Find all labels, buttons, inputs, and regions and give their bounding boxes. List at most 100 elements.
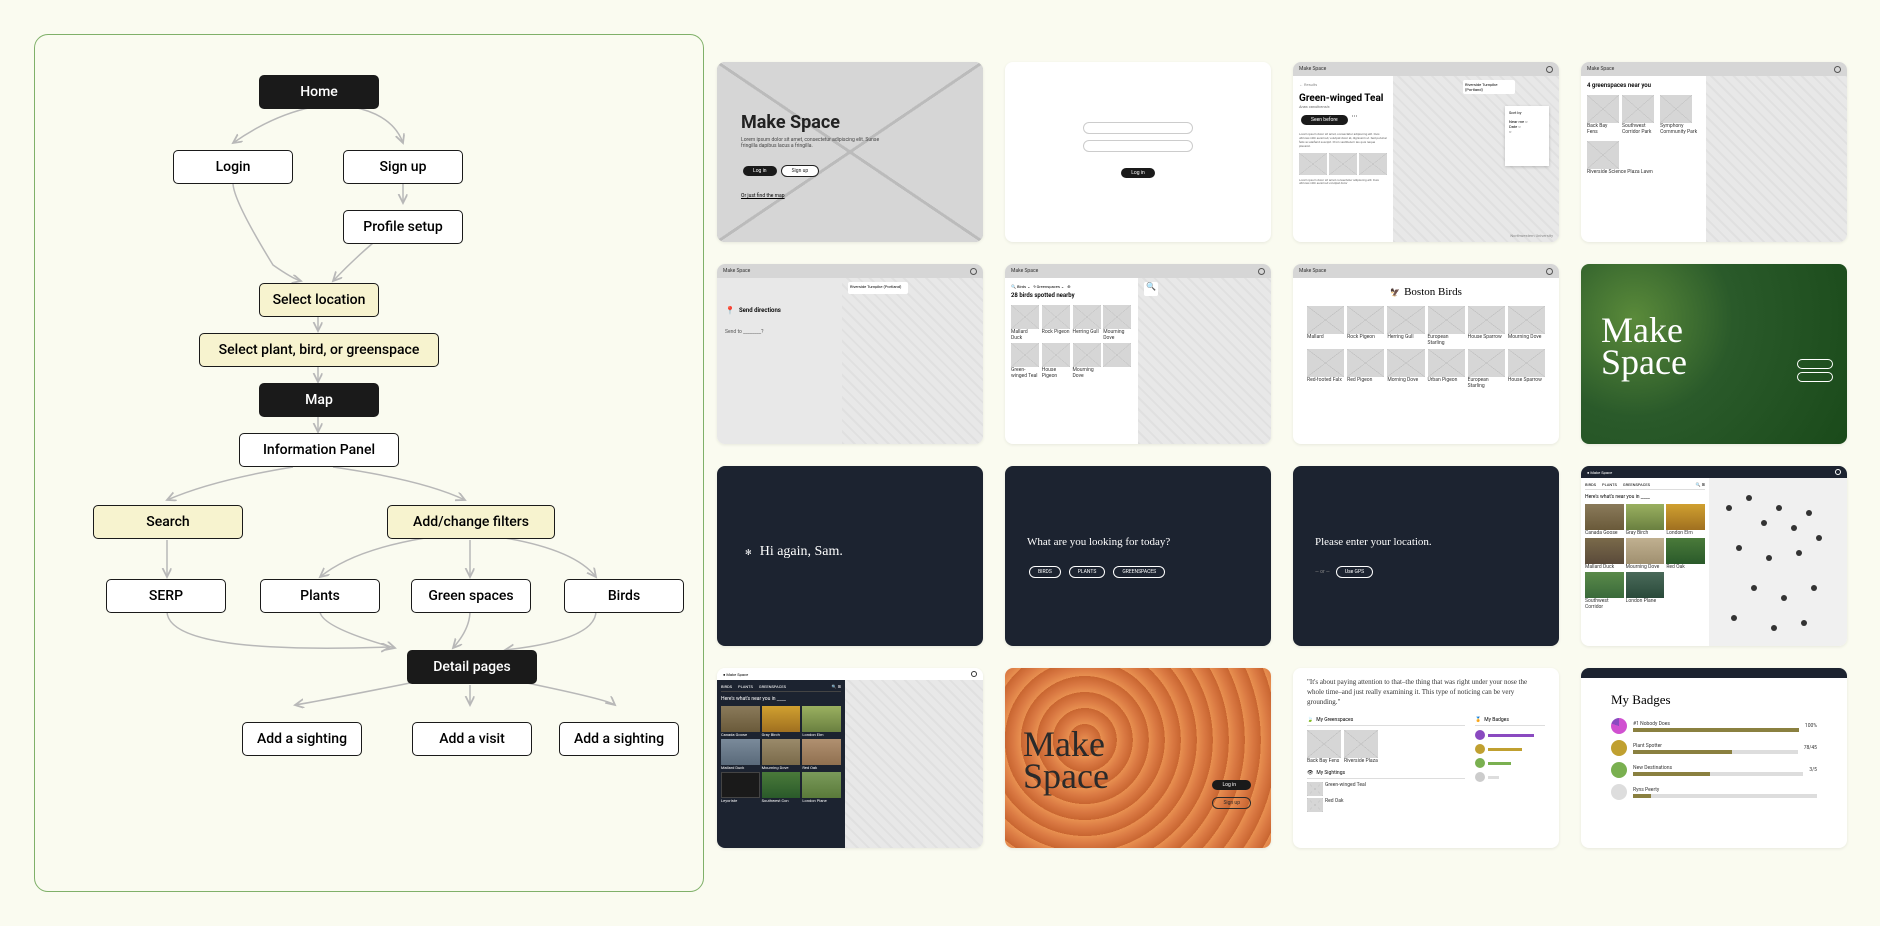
list-item[interactable]: London Plane <box>1626 598 1665 604</box>
page-title: My Badges <box>1611 692 1817 708</box>
list-item[interactable]: London Plane <box>802 798 841 803</box>
list-item[interactable]: Urban Pigeon <box>1428 377 1465 383</box>
list-item[interactable]: Red Oak <box>1666 564 1705 570</box>
avatar-icon[interactable] <box>1546 268 1553 275</box>
tab-birds[interactable]: BIRDS <box>721 684 732 689</box>
avatar-icon[interactable] <box>970 268 977 275</box>
tab-plants[interactable]: PLANTS <box>1602 482 1617 487</box>
tab-plants[interactable]: PLANTS <box>738 684 753 689</box>
avatar-icon[interactable] <box>1835 469 1841 475</box>
app-header: Make Space <box>1005 264 1271 278</box>
node-plants: Plants <box>260 579 380 613</box>
list-item[interactable]: Rock Pigeon <box>1042 329 1071 335</box>
thumb-7: Make Space 🦅Boston Birds Mallard Rock Pi… <box>1293 264 1559 444</box>
list-item[interactable]: Mourning Dove <box>1073 367 1102 379</box>
list-item[interactable]: Mourning Dove <box>762 765 801 770</box>
login-btn[interactable]: Log in <box>743 166 777 176</box>
node-select-pbg: Select plant, bird, or greenspace <box>199 333 439 367</box>
list-item[interactable]: Mallard Duck <box>721 765 760 770</box>
list-item[interactable]: European Starling <box>1428 334 1465 346</box>
pin-icon: 📍 <box>725 306 735 315</box>
list-item[interactable]: Mallard Duck <box>1011 329 1040 341</box>
opt-plants[interactable]: PLANTS <box>1069 566 1106 578</box>
list-item[interactable]: Gray Birch <box>762 732 801 737</box>
thumb-6: Make Space 🔍 Birds ⌄ 9 Greenspaces ⌄ ⊕ 2… <box>1005 264 1271 444</box>
greeting: Hi again, Sam. <box>760 544 843 560</box>
list-item[interactable]: European Starling <box>1468 377 1505 389</box>
list-item[interactable]: Mallard <box>1307 334 1344 340</box>
input-field[interactable] <box>1083 140 1193 152</box>
node-filters: Add/change filters <box>387 505 555 539</box>
input-field[interactable] <box>1083 122 1193 134</box>
avatar-icon[interactable] <box>1258 268 1265 275</box>
node-signup: Sign up <box>343 150 463 184</box>
list-item[interactable]: Mourning Dove <box>1508 334 1545 340</box>
list-item[interactable]: London Elm <box>1666 530 1705 536</box>
node-label: Profile setup <box>363 219 442 235</box>
avatar-icon[interactable] <box>971 671 977 677</box>
list-item[interactable]: London Elm <box>802 732 841 737</box>
btn[interactable] <box>1797 372 1833 382</box>
map-link[interactable]: Or just find the map <box>741 193 881 199</box>
node-label: Detail pages <box>433 659 511 675</box>
opt-greenspaces[interactable]: GREENSPACES <box>1113 566 1165 578</box>
opt-birds[interactable]: BIRDS <box>1029 566 1061 578</box>
list-item[interactable]: Southwest Corridor Park <box>1622 123 1657 135</box>
sort-panel[interactable]: Sort by Near me ○ Date ○ ○ <box>1505 106 1549 166</box>
app-header: Make Space <box>717 264 983 278</box>
list-item[interactable]: Gray Birch <box>1626 530 1665 536</box>
list-item[interactable]: Green-winged Teal <box>1011 367 1040 379</box>
login-btn[interactable]: Log in <box>1212 780 1251 790</box>
page-title: Boston Birds <box>1404 286 1462 298</box>
flowchart-panel: Home Login Sign up Profile setup Select … <box>0 0 705 926</box>
avatar-icon[interactable] <box>1546 66 1553 73</box>
list-item[interactable]: Herring Gull <box>1073 329 1102 335</box>
tab-birds[interactable]: BIRDS <box>1585 482 1596 487</box>
signup-btn[interactable]: Sign up <box>1212 797 1251 809</box>
list-item[interactable]: Mourning Dove <box>1103 329 1132 341</box>
thumb-title: Make Space <box>741 112 881 133</box>
badge-row: Ryns Peerty <box>1611 784 1817 800</box>
search-icon[interactable]: 🔍 <box>1144 282 1158 296</box>
seen-btn[interactable]: Seen before <box>1301 115 1348 125</box>
login-btn[interactable]: Log in <box>1121 168 1155 178</box>
node-info-panel: Information Panel <box>239 433 399 467</box>
list-item[interactable]: Canada Goose <box>1585 530 1624 536</box>
list-item[interactable]: Southwest Corridor <box>1585 598 1624 610</box>
list-item[interactable]: Riverside Science Plaza Lawn <box>1587 169 1700 175</box>
list-item[interactable]: Rock Pigeon <box>1347 334 1384 340</box>
list-item[interactable]: Red Oak <box>802 765 841 770</box>
list-item[interactable]: Symphony Community Park <box>1660 123 1700 135</box>
node-label: Select plant, bird, or greenspace <box>219 342 420 358</box>
avatar-icon[interactable] <box>1834 66 1841 73</box>
list-item[interactable]: Back Bay Fens <box>1307 758 1341 764</box>
list-item[interactable]: Mallard Duck <box>1585 564 1624 570</box>
list-item[interactable]: Red-footed Falx <box>1307 377 1344 383</box>
btn[interactable] <box>1797 359 1833 369</box>
node-add-sighting-1: Add a sighting <box>242 722 362 756</box>
list-item[interactable]: Red Pigeon <box>1347 377 1384 383</box>
signup-btn[interactable]: Sign up <box>781 165 820 177</box>
list-item[interactable]: Canada Goose <box>721 732 760 737</box>
list-item[interactable]: House Pigeon <box>1042 367 1071 379</box>
node-serp: SERP <box>106 579 226 613</box>
thumb-14: MakeSpace Log in Sign up <box>1005 668 1271 848</box>
node-label: Select location <box>273 292 366 308</box>
list-item[interactable]: Herring Gull <box>1387 334 1424 340</box>
list-item[interactable]: Leyoriste <box>721 798 760 803</box>
list-item[interactable]: Morning Dove <box>1387 377 1424 383</box>
thumb-13: ● Make Space BIRDS PLANTS GREENSPACES 🔍 … <box>717 668 983 848</box>
send-to[interactable]: Send to ________? <box>725 329 834 335</box>
list-item[interactable]: House Sparrow <box>1468 334 1505 340</box>
list-item[interactable]: Mourning Dove <box>1626 564 1665 570</box>
node-label: Add a sighting <box>257 731 347 747</box>
node-map: Map <box>259 383 379 417</box>
tab-greenspaces[interactable]: GREENSPACES <box>759 684 786 689</box>
list-item[interactable]: Back Bay Fens <box>1587 123 1619 135</box>
list-item[interactable]: Southwest Con <box>762 798 801 803</box>
map-popup: Riverside Turnpike (Portland) <box>848 282 908 294</box>
gps-btn[interactable]: Use GPS <box>1336 566 1373 578</box>
list-item[interactable]: House Sparrow <box>1508 377 1545 383</box>
list-item[interactable]: Riverside Plaza <box>1344 758 1378 764</box>
tab-greenspaces[interactable]: GREENSPACES <box>1623 482 1650 487</box>
